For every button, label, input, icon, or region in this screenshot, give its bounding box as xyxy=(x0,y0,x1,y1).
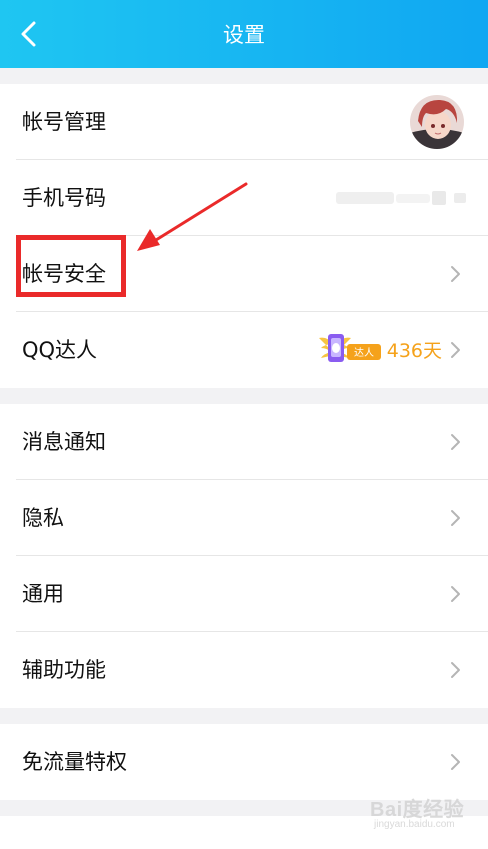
blurred-phone-number xyxy=(336,191,466,205)
badge-text: 达人 xyxy=(354,347,374,359)
avatar xyxy=(410,95,464,149)
chevron-right-icon xyxy=(451,434,460,450)
row-label: 帐号管理 xyxy=(22,110,106,134)
settings-row-free-data-privilege[interactable]: 免流量特权 xyxy=(0,724,488,800)
row-label: 手机号码 xyxy=(22,186,106,210)
settings-row-accessibility[interactable]: 辅助功能 xyxy=(0,632,488,708)
avatar-image xyxy=(410,95,464,149)
row-label: 隐私 xyxy=(22,506,64,530)
header-bar: 设置 xyxy=(0,0,488,68)
settings-row-phone-number[interactable]: 手机号码 xyxy=(0,160,488,236)
row-label: QQ达人 xyxy=(22,338,98,362)
page-title: 设置 xyxy=(223,23,265,47)
chevron-right-icon xyxy=(451,342,460,358)
qq-master-days: 436天 xyxy=(386,340,442,362)
chevron-right-icon xyxy=(451,266,460,282)
watermark-text: Bai度经验 xyxy=(370,799,465,821)
data-privilege-group: 免流量特权 xyxy=(0,724,488,800)
chevron-right-icon xyxy=(451,754,460,770)
settings-row-account-management[interactable]: 帐号管理 xyxy=(0,84,488,160)
row-label: 通用 xyxy=(22,582,64,606)
settings-row-privacy[interactable]: 隐私 xyxy=(0,480,488,556)
annotation-highlight-box xyxy=(16,235,126,297)
settings-row-general[interactable]: 通用 xyxy=(0,556,488,632)
row-label: 辅助功能 xyxy=(22,658,106,682)
row-label: 免流量特权 xyxy=(22,750,127,774)
settings-row-notifications[interactable]: 消息通知 xyxy=(0,404,488,480)
row-label: 消息通知 xyxy=(22,430,106,454)
chevron-right-icon xyxy=(451,586,460,602)
chevron-right-icon xyxy=(451,510,460,526)
baidu-jingyan-watermark: Bai度经验 jingyan.baidu.com xyxy=(368,793,468,839)
watermark-subtext: jingyan.baidu.com xyxy=(374,819,455,830)
qq-master-badge-icon: 达人 xyxy=(319,334,381,362)
general-group: 消息通知 隐私 通用 辅助功能 xyxy=(0,404,488,708)
chevron-right-icon xyxy=(451,662,460,678)
settings-row-qq-master[interactable]: QQ达人 达人 436天 xyxy=(0,312,488,388)
